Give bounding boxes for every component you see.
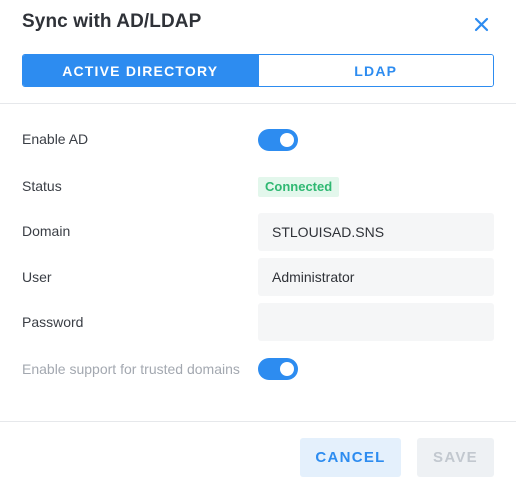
domain-label: Domain [22, 223, 71, 239]
cancel-button[interactable]: CANCEL [300, 438, 401, 477]
enable-ad-toggle[interactable] [258, 129, 298, 151]
close-icon[interactable] [470, 13, 492, 35]
trusted-domains-label: Enable support for trusted domains [22, 361, 240, 377]
status-label: Status [22, 178, 62, 194]
password-label: Password [22, 314, 84, 330]
user-label: User [22, 269, 52, 285]
save-button[interactable]: SAVE [417, 438, 494, 477]
sync-dialog: Sync with AD/LDAP ACTIVE DIRECTORY LDAP … [0, 0, 516, 488]
tab-active-directory[interactable]: ACTIVE DIRECTORY [23, 55, 258, 86]
toggle-knob [280, 362, 294, 376]
header-divider [0, 103, 516, 104]
status-badge: Connected [258, 177, 340, 197]
footer-divider [0, 421, 516, 422]
enable-ad-label: Enable AD [22, 131, 89, 147]
user-field[interactable] [258, 258, 494, 296]
domain-field[interactable] [258, 213, 494, 251]
toggle-knob [280, 133, 294, 147]
trusted-domains-toggle[interactable] [258, 358, 298, 380]
password-field[interactable] [258, 303, 494, 341]
dialog-title: Sync with AD/LDAP [22, 11, 202, 32]
tab-ldap[interactable]: LDAP [257, 55, 493, 86]
directory-type-tabs: ACTIVE DIRECTORY LDAP [22, 54, 494, 87]
